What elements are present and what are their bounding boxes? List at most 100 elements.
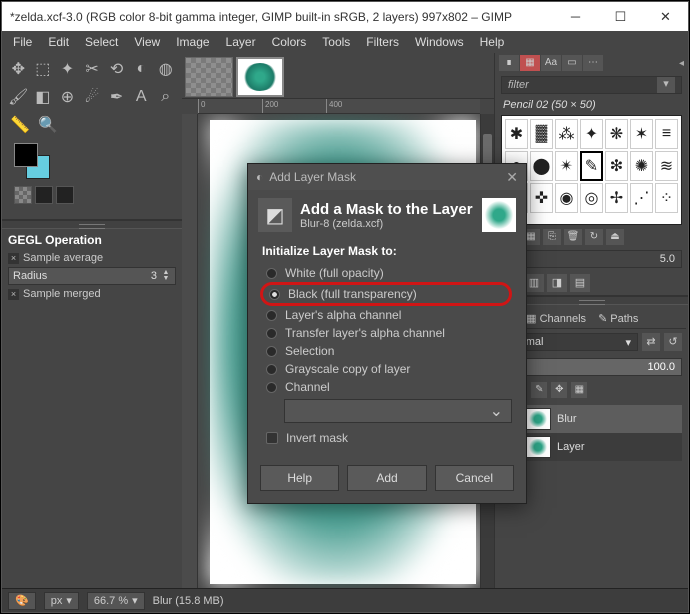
brush-item[interactable]: ✦ bbox=[580, 119, 603, 149]
status-tool-icon[interactable]: 🎨 bbox=[8, 592, 36, 610]
brush-item[interactable]: ▓ bbox=[530, 119, 553, 149]
help-button[interactable]: Help bbox=[260, 465, 339, 491]
sample-merged-row[interactable]: ×Sample merged bbox=[2, 287, 182, 301]
mode-reset-button[interactable]: ↺ bbox=[664, 333, 682, 351]
dialog-titlebar[interactable]: ◐ Add Layer Mask ✕ bbox=[248, 164, 526, 190]
radio-channel[interactable]: Channel bbox=[262, 378, 512, 396]
brush-spacing[interactable]: 5.0 bbox=[501, 250, 682, 268]
toolopt-4[interactable]: ▤ bbox=[570, 274, 590, 292]
tool-measure[interactable]: 📏 bbox=[8, 113, 32, 137]
active-brush-preview[interactable] bbox=[14, 186, 32, 204]
tool-move[interactable]: ✥ bbox=[8, 57, 29, 81]
lock-pixels[interactable]: ✎ bbox=[531, 382, 547, 398]
maximize-button[interactable]: ☐ bbox=[598, 2, 643, 31]
radio-black[interactable]: Black (full transparency) bbox=[265, 285, 503, 303]
menu-view[interactable]: View bbox=[127, 33, 167, 51]
radio-selection[interactable]: Selection bbox=[262, 342, 512, 360]
tab-paths[interactable]: ✎Paths bbox=[592, 309, 644, 328]
tool-eraser[interactable]: ◧ bbox=[33, 85, 54, 109]
brush-item[interactable]: ✢ bbox=[605, 183, 628, 213]
tool-warp[interactable]: ◐ bbox=[131, 57, 152, 81]
brush-item-selected[interactable]: ✎ bbox=[580, 151, 603, 181]
menu-file[interactable]: File bbox=[6, 33, 39, 51]
dialog-close-icon[interactable]: ✕ bbox=[506, 169, 518, 186]
brush-item[interactable]: ⋰ bbox=[630, 183, 653, 213]
layer-row[interactable]: 👁 Blur bbox=[501, 405, 682, 433]
tab-brushes[interactable]: ∎ bbox=[499, 55, 519, 71]
brush-refresh-button[interactable]: ↻ bbox=[585, 229, 603, 245]
close-button[interactable]: ✕ bbox=[643, 2, 688, 31]
fg-color[interactable] bbox=[14, 143, 38, 167]
tool-picker[interactable]: ⌕ bbox=[155, 85, 176, 109]
tool-transform[interactable]: ⟲ bbox=[106, 57, 127, 81]
color-swatches[interactable] bbox=[14, 143, 58, 183]
unit-select[interactable]: px ▾ bbox=[44, 592, 79, 610]
menu-layer[interactable]: Layer bbox=[219, 33, 263, 51]
brush-item[interactable]: ⁂ bbox=[555, 119, 578, 149]
brush-item[interactable]: ≡ bbox=[655, 119, 678, 149]
tool-crop[interactable]: ✂ bbox=[82, 57, 103, 81]
tab-misc[interactable]: ⋯ bbox=[583, 55, 603, 71]
brush-open-button[interactable]: ⏏ bbox=[606, 229, 624, 245]
menu-edit[interactable]: Edit bbox=[41, 33, 76, 51]
brush-item[interactable]: ✴ bbox=[555, 151, 578, 181]
tool-zoom[interactable]: 🔍 bbox=[36, 113, 60, 137]
tool-text[interactable]: A bbox=[131, 85, 152, 109]
brush-item[interactable]: ◉ bbox=[555, 183, 578, 213]
tab-history[interactable]: ▭ bbox=[562, 55, 582, 71]
lock-alpha[interactable]: ▦ bbox=[571, 382, 587, 398]
tab-channels[interactable]: ▦Channels bbox=[520, 309, 592, 328]
radio-transfer[interactable]: Transfer layer's alpha channel bbox=[262, 324, 512, 342]
tool-bucket[interactable]: ◍ bbox=[155, 57, 176, 81]
tool-smudge[interactable]: ☄ bbox=[82, 85, 103, 109]
tab-fonts[interactable]: Aa bbox=[541, 55, 561, 71]
tool-rect-select[interactable]: ⬚ bbox=[33, 57, 54, 81]
radius-control[interactable]: Radius 3 ▲▼ bbox=[8, 267, 176, 285]
brush-item[interactable]: ✺ bbox=[630, 151, 653, 181]
menu-filters[interactable]: Filters bbox=[359, 33, 406, 51]
sample-average-row[interactable]: ×Sample average bbox=[2, 251, 182, 265]
radio-alpha[interactable]: Layer's alpha channel bbox=[262, 306, 512, 324]
brush-item[interactable]: ✱ bbox=[505, 119, 528, 149]
zoom-select[interactable]: 66.7 % ▾ bbox=[87, 592, 145, 610]
channel-dropdown[interactable]: ⌄ bbox=[284, 399, 512, 423]
brush-dup-button[interactable]: ⎘ bbox=[543, 229, 561, 245]
filter-dropdown-icon[interactable]: ▾ bbox=[657, 77, 675, 93]
brush-grid[interactable]: ✱ ▓ ⁂ ✦ ❋ ✶ ≡ ● ⬤ ✴ ✎ ❇ ✺ ≋ 〰 ✜ ◉ ◎ ✢ ⋰ bbox=[501, 115, 682, 225]
ruler-horizontal[interactable]: 0 200 400 bbox=[198, 99, 480, 114]
panel-splitter[interactable] bbox=[2, 219, 182, 229]
opacity-slider[interactable]: 100.0 bbox=[501, 358, 682, 376]
menu-select[interactable]: Select bbox=[78, 33, 125, 51]
layer-name[interactable]: Layer bbox=[557, 441, 585, 453]
layer-row[interactable]: 👁 Layer bbox=[501, 433, 682, 461]
radio-grayscale[interactable]: Grayscale copy of layer bbox=[262, 360, 512, 378]
tab-patterns[interactable]: ▦ bbox=[520, 55, 540, 71]
brush-item[interactable]: ✶ bbox=[630, 119, 653, 149]
tool-clone[interactable]: ⊕ bbox=[57, 85, 78, 109]
spinner-icon[interactable]: ▲▼ bbox=[161, 270, 171, 282]
menu-help[interactable]: Help bbox=[473, 33, 512, 51]
tool-path[interactable]: ✒ bbox=[106, 85, 127, 109]
brush-item[interactable]: ❇ bbox=[605, 151, 628, 181]
add-button[interactable]: Add bbox=[347, 465, 426, 491]
layer-name[interactable]: Blur bbox=[557, 413, 577, 425]
menu-windows[interactable]: Windows bbox=[408, 33, 471, 51]
dock-menu-icon[interactable]: ◂ bbox=[679, 58, 684, 69]
brush-item[interactable]: ❋ bbox=[605, 119, 628, 149]
brush-item[interactable]: ⬤ bbox=[530, 151, 553, 181]
cancel-button[interactable]: Cancel bbox=[435, 465, 514, 491]
brush-item[interactable]: ≋ bbox=[655, 151, 678, 181]
ruler-vertical[interactable] bbox=[182, 114, 198, 588]
toolopt-3[interactable]: ◨ bbox=[547, 274, 567, 292]
brush-del-button[interactable]: 🗑 bbox=[564, 229, 582, 245]
brush-filter[interactable]: filter ▾ bbox=[501, 76, 682, 94]
menu-image[interactable]: Image bbox=[169, 33, 216, 51]
active-gradient-preview[interactable] bbox=[56, 186, 74, 204]
brush-item[interactable]: ◎ bbox=[580, 183, 603, 213]
image-tab-1[interactable] bbox=[185, 57, 233, 97]
menu-tools[interactable]: Tools bbox=[315, 33, 357, 51]
mode-switch-button[interactable]: ⇄ bbox=[642, 333, 660, 351]
minimize-button[interactable]: ─ bbox=[553, 2, 598, 31]
active-pattern-preview[interactable] bbox=[35, 186, 53, 204]
tool-brush[interactable]: 🖌 bbox=[8, 85, 29, 109]
